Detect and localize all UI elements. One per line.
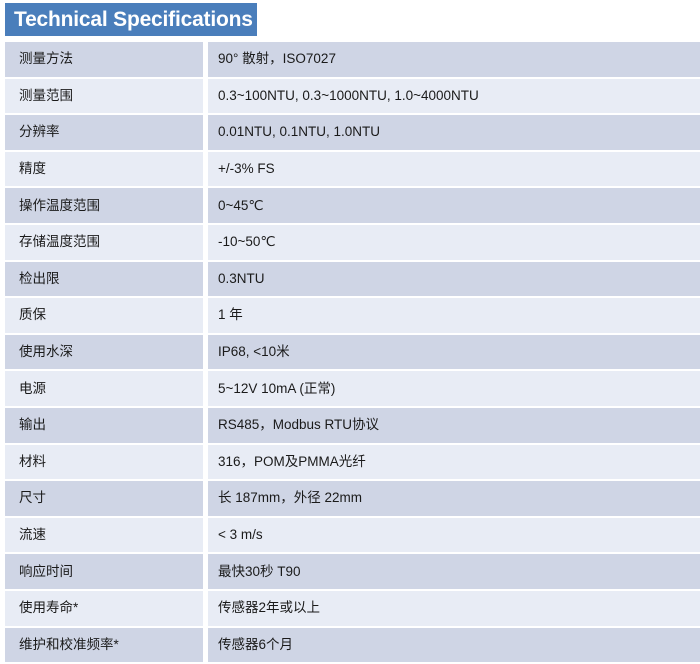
spec-label: 流速: [3, 517, 206, 554]
table-row: 测量范围0.3~100NTU, 0.3~1000NTU, 1.0~4000NTU: [3, 78, 700, 115]
table-row: 操作温度范围0~45℃: [3, 187, 700, 224]
spec-value: 316，POM及PMMA光纤: [206, 444, 700, 481]
spec-value: < 3 m/s: [206, 517, 700, 554]
spec-value: 传感器2年或以上: [206, 590, 700, 627]
table-row: 电源5~12V 10mA (正常): [3, 370, 700, 407]
table-row: 存储温度范围-10~50℃: [3, 224, 700, 261]
spec-label: 存储温度范围: [3, 224, 206, 261]
spec-label: 精度: [3, 151, 206, 188]
spec-value: 0.3NTU: [206, 261, 700, 298]
spec-label: 电源: [3, 370, 206, 407]
spec-label: 材料: [3, 444, 206, 481]
table-row: 响应时间最快30秒 T90: [3, 553, 700, 590]
table-row: 测量方法90° 散射，ISO7027: [3, 41, 700, 78]
spec-label: 检出限: [3, 261, 206, 298]
spec-value: IP68, <10米: [206, 334, 700, 371]
spec-label: 质保: [3, 297, 206, 334]
spec-value: 最快30秒 T90: [206, 553, 700, 590]
spec-label: 维护和校准频率*: [3, 627, 206, 664]
spec-label: 测量方法: [3, 41, 206, 78]
page-title: Technical Specifications: [14, 9, 253, 30]
spec-label: 输出: [3, 407, 206, 444]
spec-value: 0~45℃: [206, 187, 700, 224]
table-row: 维护和校准频率*传感器6个月: [3, 627, 700, 664]
table-row: 材料316，POM及PMMA光纤: [3, 444, 700, 481]
table-row: 流速< 3 m/s: [3, 517, 700, 554]
spec-value: 0.3~100NTU, 0.3~1000NTU, 1.0~4000NTU: [206, 78, 700, 115]
spec-value: 0.01NTU, 0.1NTU, 1.0NTU: [206, 114, 700, 151]
spec-value: 传感器6个月: [206, 627, 700, 664]
table-row: 精度+/-3% FS: [3, 151, 700, 188]
specifications-table: 测量方法90° 散射，ISO7027测量范围0.3~100NTU, 0.3~10…: [0, 40, 700, 664]
page-title-bar: Technical Specifications: [5, 3, 257, 36]
spec-label: 测量范围: [3, 78, 206, 115]
table-row: 输出RS485，Modbus RTU协议: [3, 407, 700, 444]
spec-label: 使用寿命*: [3, 590, 206, 627]
spec-value: 1 年: [206, 297, 700, 334]
spec-value: 5~12V 10mA (正常): [206, 370, 700, 407]
spec-value: RS485，Modbus RTU协议: [206, 407, 700, 444]
table-row: 使用寿命*传感器2年或以上: [3, 590, 700, 627]
table-row: 质保1 年: [3, 297, 700, 334]
table-row: 分辨率0.01NTU, 0.1NTU, 1.0NTU: [3, 114, 700, 151]
spec-label: 使用水深: [3, 334, 206, 371]
technical-specifications-sheet: Technical Specifications 测量方法90° 散射，ISO7…: [0, 0, 700, 663]
spec-value: 90° 散射，ISO7027: [206, 41, 700, 78]
specifications-table-body: 测量方法90° 散射，ISO7027测量范围0.3~100NTU, 0.3~10…: [3, 41, 700, 663]
spec-label: 操作温度范围: [3, 187, 206, 224]
spec-label: 尺寸: [3, 480, 206, 517]
spec-value: +/-3% FS: [206, 151, 700, 188]
table-row: 检出限0.3NTU: [3, 261, 700, 298]
spec-value: -10~50℃: [206, 224, 700, 261]
spec-value: 长 187mm，外径 22mm: [206, 480, 700, 517]
table-row: 尺寸长 187mm，外径 22mm: [3, 480, 700, 517]
spec-label: 分辨率: [3, 114, 206, 151]
spec-label: 响应时间: [3, 553, 206, 590]
table-row: 使用水深IP68, <10米: [3, 334, 700, 371]
